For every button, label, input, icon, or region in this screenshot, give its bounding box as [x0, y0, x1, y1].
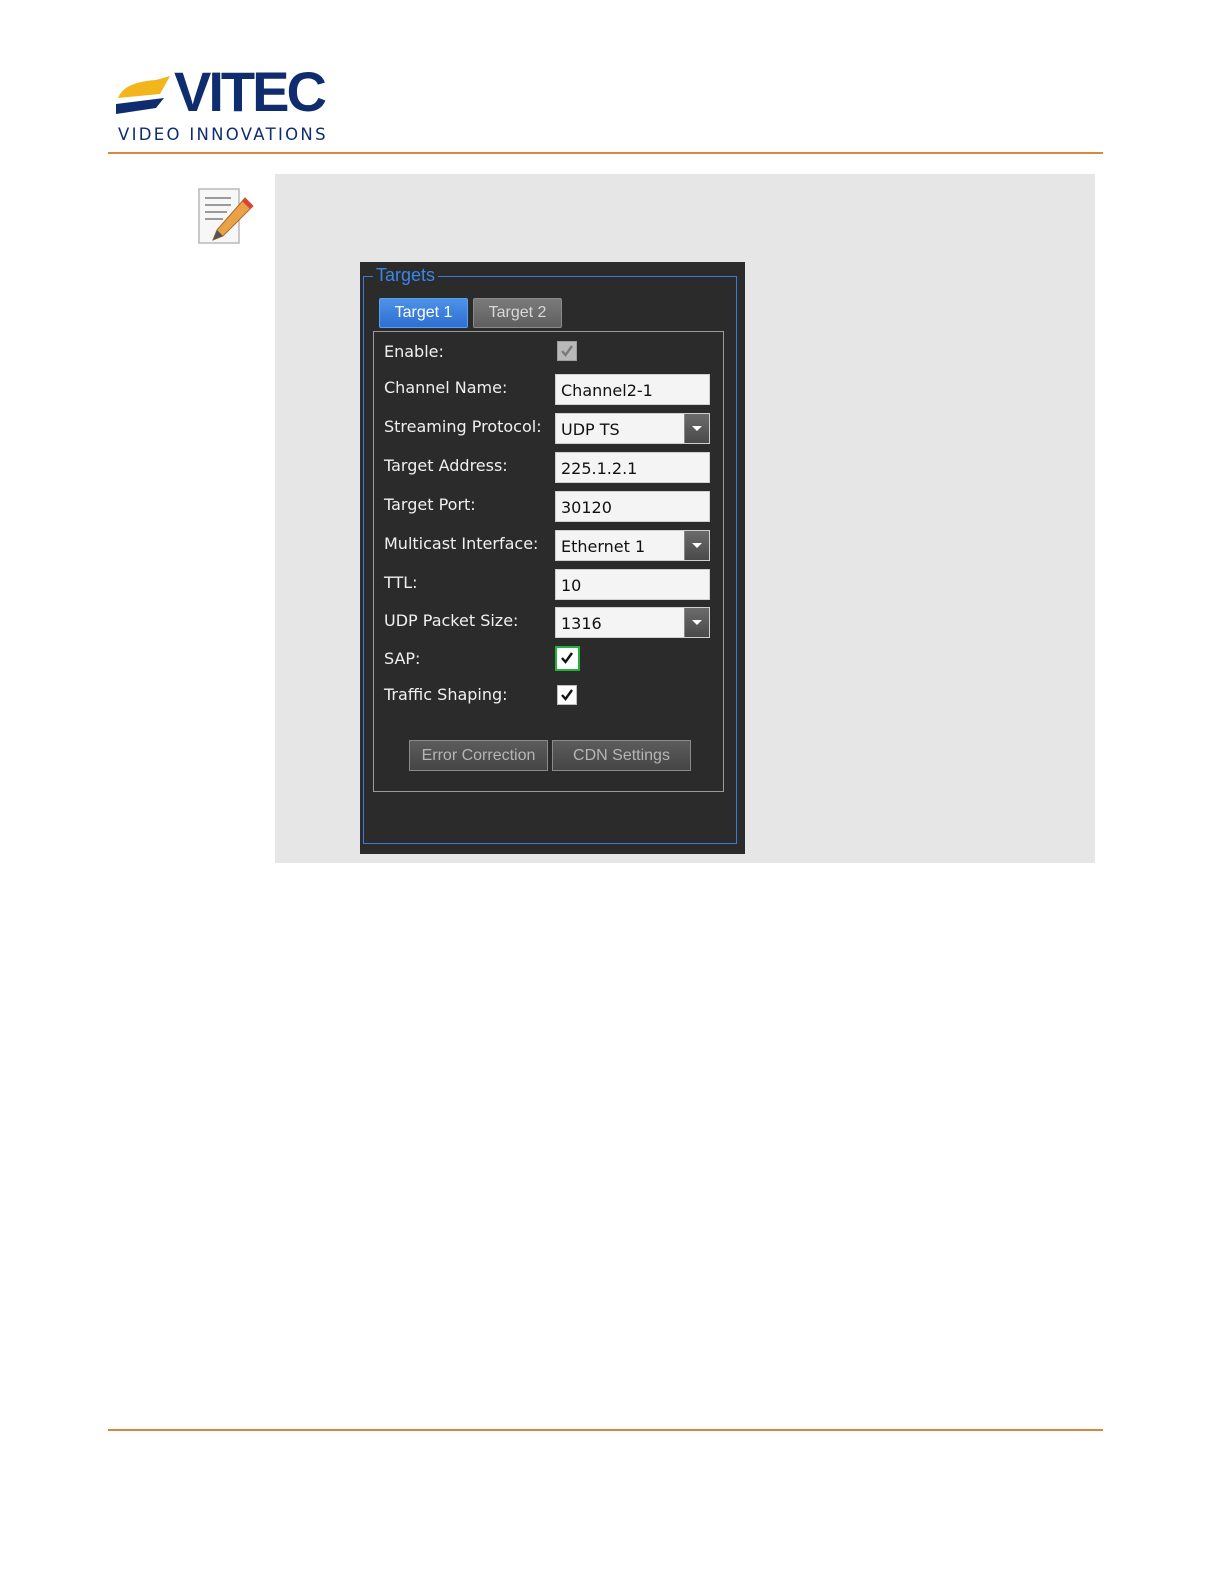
udp-packet-size-select[interactable]: 1316: [555, 607, 710, 638]
enable-checkbox[interactable]: [557, 341, 577, 361]
chevron-down-icon[interactable]: [684, 608, 709, 637]
ttl-input[interactable]: 10: [555, 569, 710, 600]
checkmark-icon: [561, 689, 573, 701]
vitec-logo: VITEC VIDEO INNOVATIONS: [116, 64, 356, 148]
sap-label: SAP:: [384, 649, 421, 668]
tab-target-1[interactable]: Target 1: [379, 298, 468, 328]
enable-label: Enable:: [384, 342, 444, 361]
channel-name-input[interactable]: Channel2-1: [555, 374, 710, 405]
chevron-down-icon[interactable]: [684, 531, 709, 560]
target-port-input[interactable]: 30120: [555, 491, 710, 522]
multicast-interface-select[interactable]: Ethernet 1: [555, 530, 710, 561]
channel-name-label: Channel Name:: [384, 378, 508, 397]
logo-tagline: VIDEO INNOVATIONS: [118, 125, 328, 144]
checkmark-icon: [561, 652, 573, 664]
traffic-shaping-checkbox[interactable]: [557, 685, 577, 705]
sap-checkbox[interactable]: [555, 646, 580, 671]
cdn-settings-button[interactable]: CDN Settings: [552, 740, 691, 771]
streaming-protocol-value: UDP TS: [561, 420, 620, 439]
logo-wordmark: VITEC: [174, 60, 327, 123]
chevron-down-icon[interactable]: [684, 414, 709, 443]
multicast-interface-label: Multicast Interface:: [384, 534, 539, 553]
note-pencil-icon: [195, 186, 257, 248]
streaming-protocol-label: Streaming Protocol:: [384, 417, 542, 436]
udp-packet-size-label: UDP Packet Size:: [384, 611, 519, 630]
streaming-protocol-select[interactable]: UDP TS: [555, 413, 710, 444]
target-port-label: Target Port:: [384, 495, 476, 514]
traffic-shaping-label: Traffic Shaping:: [384, 685, 508, 704]
target-address-label: Target Address:: [384, 456, 508, 475]
udp-packet-size-value: 1316: [561, 614, 602, 633]
footer-rule: [108, 1429, 1103, 1431]
targets-group-title: Targets: [373, 264, 439, 286]
ttl-label: TTL:: [384, 573, 418, 592]
error-correction-button[interactable]: Error Correction: [409, 740, 548, 771]
vitec-logo-mark: [116, 76, 170, 114]
header-rule: [108, 152, 1103, 154]
target-address-input[interactable]: 225.1.2.1: [555, 452, 710, 483]
multicast-interface-value: Ethernet 1: [561, 537, 646, 556]
checkmark-icon: [561, 345, 573, 357]
tab-target-2[interactable]: Target 2: [473, 298, 562, 328]
